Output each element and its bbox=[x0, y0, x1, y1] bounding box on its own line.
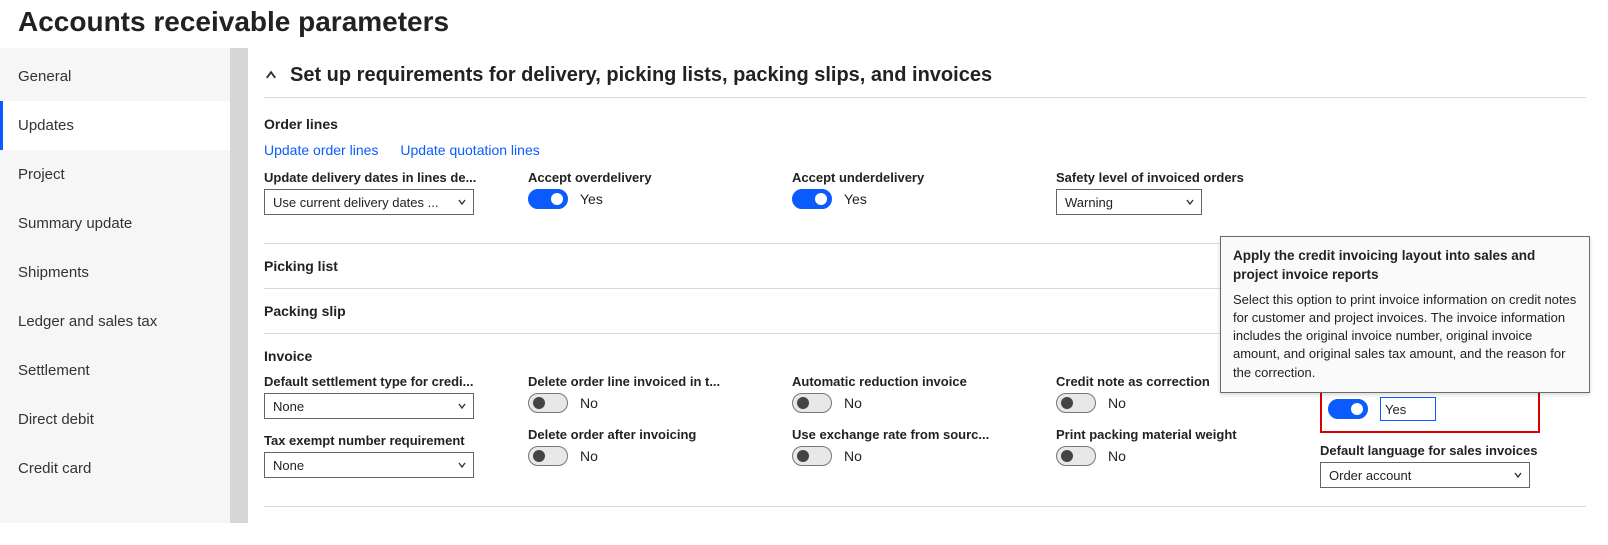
credit-note-toggle[interactable] bbox=[1056, 393, 1096, 413]
chevron-down-icon bbox=[1513, 470, 1523, 480]
auto-reduction-label: Automatic reduction invoice bbox=[792, 374, 1038, 389]
sidebar-item-credit-card[interactable]: Credit card bbox=[0, 444, 230, 493]
delete-line-toggle[interactable] bbox=[528, 393, 568, 413]
apply-credit-tooltip: Apply the credit invoicing layout into s… bbox=[1220, 236, 1590, 393]
use-exchange-value: No bbox=[844, 448, 862, 464]
section-heading: Set up requirements for delivery, pickin… bbox=[290, 64, 992, 87]
print-packing-toggle[interactable] bbox=[1056, 446, 1096, 466]
tooltip-body: Select this option to print invoice info… bbox=[1233, 291, 1577, 382]
delete-order-label: Delete order after invoicing bbox=[528, 427, 774, 442]
safety-level-value: Warning bbox=[1065, 195, 1113, 210]
update-delivery-dates-value: Use current delivery dates ... bbox=[273, 195, 438, 210]
delete-line-label: Delete order line invoiced in t... bbox=[528, 374, 774, 389]
update-order-lines-link[interactable]: Update order lines bbox=[264, 142, 378, 158]
accept-underdelivery-label: Accept underdelivery bbox=[792, 170, 1038, 185]
safety-level-label: Safety level of invoiced orders bbox=[1056, 170, 1302, 185]
page-title: Accounts receivable parameters bbox=[0, 0, 1608, 48]
tax-exempt-label: Tax exempt number requirement bbox=[264, 433, 510, 448]
vertical-scrollbar[interactable] bbox=[230, 48, 248, 523]
sidebar-item-settlement[interactable]: Settlement bbox=[0, 346, 230, 395]
accept-overdelivery-value: Yes bbox=[580, 191, 603, 207]
update-quotation-lines-link[interactable]: Update quotation lines bbox=[400, 142, 539, 158]
delete-order-toggle[interactable] bbox=[528, 446, 568, 466]
default-settlement-label: Default settlement type for credi... bbox=[264, 374, 510, 389]
sidebar-item-shipments[interactable]: Shipments bbox=[0, 248, 230, 297]
update-delivery-dates-select[interactable]: Use current delivery dates ... bbox=[264, 189, 474, 215]
collapse-section-icon[interactable] bbox=[264, 68, 280, 84]
chevron-down-icon bbox=[1185, 197, 1195, 207]
tax-exempt-select[interactable]: None bbox=[264, 452, 474, 478]
default-lang-select[interactable]: Order account bbox=[1320, 462, 1530, 488]
print-packing-value: No bbox=[1108, 448, 1126, 464]
apply-credit-toggle[interactable] bbox=[1328, 399, 1368, 419]
apply-credit-value-input[interactable]: Yes bbox=[1380, 397, 1436, 421]
sidebar-item-project[interactable]: Project bbox=[0, 150, 230, 199]
chevron-down-icon bbox=[457, 401, 467, 411]
accept-underdelivery-value: Yes bbox=[844, 191, 867, 207]
chevron-down-icon bbox=[457, 197, 467, 207]
tax-exempt-value: None bbox=[273, 458, 304, 473]
print-packing-label: Print packing material weight bbox=[1056, 427, 1302, 442]
accept-underdelivery-toggle[interactable] bbox=[792, 189, 832, 209]
delete-order-value: No bbox=[580, 448, 598, 464]
sidebar-item-summary-update[interactable]: Summary update bbox=[0, 199, 230, 248]
order-lines-title: Order lines bbox=[264, 116, 1586, 132]
accept-overdelivery-label: Accept overdelivery bbox=[528, 170, 774, 185]
safety-level-select[interactable]: Warning bbox=[1056, 189, 1202, 215]
credit-note-value: No bbox=[1108, 395, 1126, 411]
sidebar-item-general[interactable]: General bbox=[0, 52, 230, 101]
auto-reduction-toggle[interactable] bbox=[792, 393, 832, 413]
default-settlement-select[interactable]: None bbox=[264, 393, 474, 419]
use-exchange-label: Use exchange rate from sourc... bbox=[792, 427, 1038, 442]
default-settlement-value: None bbox=[273, 399, 304, 414]
auto-reduction-value: No bbox=[844, 395, 862, 411]
sidebar-item-direct-debit[interactable]: Direct debit bbox=[0, 395, 230, 444]
accept-overdelivery-toggle[interactable] bbox=[528, 189, 568, 209]
chevron-down-icon bbox=[457, 460, 467, 470]
update-delivery-dates-label: Update delivery dates in lines de... bbox=[264, 170, 510, 185]
tooltip-title: Apply the credit invoicing layout into s… bbox=[1233, 247, 1577, 285]
delete-line-value: No bbox=[580, 395, 598, 411]
default-lang-label: Default language for sales invoices bbox=[1320, 443, 1540, 458]
use-exchange-toggle[interactable] bbox=[792, 446, 832, 466]
default-lang-value: Order account bbox=[1329, 468, 1411, 483]
sidebar: General Updates Project Summary update S… bbox=[0, 48, 230, 523]
sidebar-item-ledger-sales-tax[interactable]: Ledger and sales tax bbox=[0, 297, 230, 346]
sidebar-item-updates[interactable]: Updates bbox=[0, 101, 230, 150]
